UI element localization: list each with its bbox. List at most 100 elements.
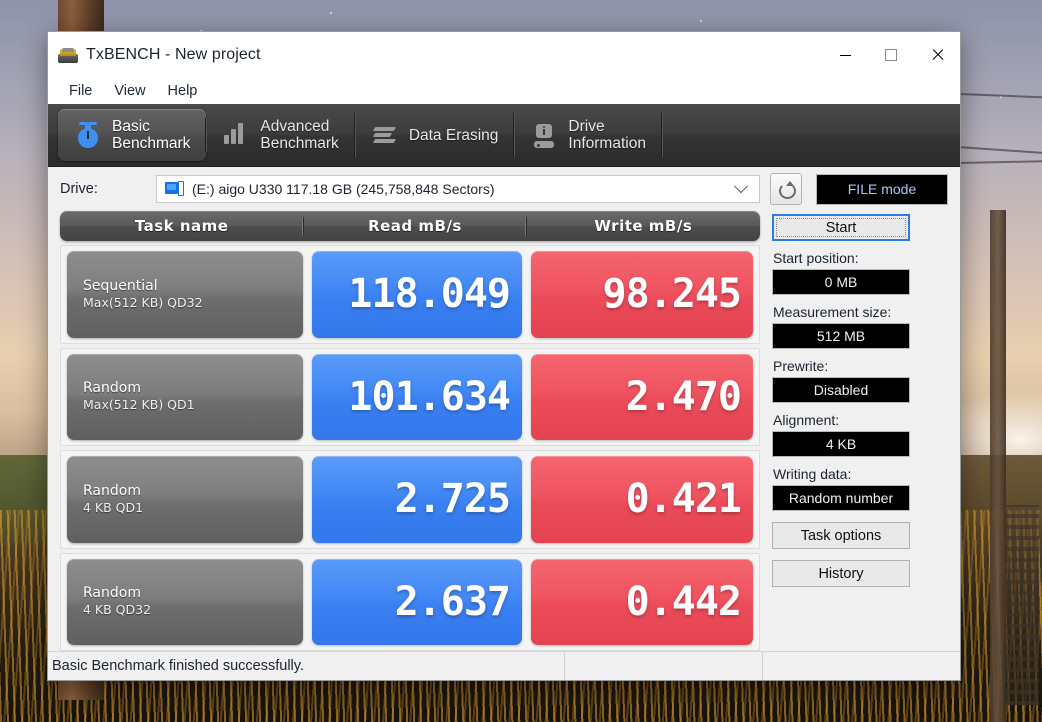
task-name-cell[interactable]: Random 4 KB QD1	[67, 456, 303, 543]
refresh-icon	[778, 181, 796, 199]
tab-label: Data Erasing	[408, 126, 499, 144]
table-row: Sequential Max(512 KB) QD32 118.049 98.2…	[60, 245, 760, 344]
tab-label: Advanced Benchmark	[260, 118, 339, 152]
write-value-cell: 2.470	[531, 353, 753, 440]
drive-row: Drive: (E:) aigo U330 117.18 GB (245,758…	[48, 167, 960, 211]
main-content: Task name Read mB/s Write mB/s Sequentia…	[48, 211, 960, 651]
status-bar: Basic Benchmark finished successfully.	[48, 651, 960, 680]
start-position-label: Start position:	[773, 250, 859, 266]
tab-strip: Basic Benchmark Advanced Benchmark Data …	[48, 104, 960, 167]
measurement-size-label: Measurement size:	[773, 304, 892, 320]
stopwatch-icon	[74, 120, 102, 150]
control-panel: Start Start position: 0 MB Measurement s…	[772, 211, 910, 651]
menu-view[interactable]: View	[103, 81, 156, 101]
writing-data-field[interactable]: Random number	[772, 485, 910, 511]
table-header-row: Task name Read mB/s Write mB/s	[60, 211, 760, 241]
prewrite-value: Disabled	[813, 382, 869, 398]
wallpaper-star	[330, 12, 332, 14]
task-options-label: Task options	[800, 527, 882, 544]
drive-select[interactable]: (E:) aigo U330 117.18 GB (245,758,848 Se…	[156, 175, 760, 203]
bar-chart-icon	[222, 120, 250, 150]
alignment-field[interactable]: 4 KB	[772, 431, 910, 457]
task-name-line2: Max(512 KB) QD32	[83, 294, 203, 310]
read-value-cell: 118.049	[312, 251, 522, 338]
start-button-label: Start	[825, 219, 857, 236]
task-name-line2: 4 KB QD1	[83, 499, 144, 515]
chevron-down-icon[interactable]	[723, 176, 759, 202]
task-name-cell[interactable]: Random Max(512 KB) QD1	[67, 353, 303, 440]
table-row: Random 4 KB QD1 2.725 0.421	[60, 450, 760, 549]
results-table: Task name Read mB/s Write mB/s Sequentia…	[60, 211, 760, 651]
wallpaper-star	[700, 20, 702, 22]
prewrite-label: Prewrite:	[773, 358, 829, 374]
task-name-cell[interactable]: Sequential Max(512 KB) QD32	[67, 251, 303, 338]
alignment-value: 4 KB	[825, 436, 857, 452]
maximize-icon	[885, 49, 897, 61]
alignment-label: Alignment:	[773, 412, 840, 428]
wallpaper-pole-right	[990, 210, 1006, 722]
task-options-button[interactable]: Task options	[772, 522, 910, 549]
drive-select-icon	[165, 181, 185, 197]
file-mode-label: FILE mode	[847, 181, 917, 197]
erase-icon	[371, 120, 399, 150]
status-message: Basic Benchmark finished successfully.	[52, 658, 304, 674]
file-mode-button[interactable]: FILE mode	[816, 173, 948, 205]
tab-drive-information[interactable]: Drive Information	[514, 104, 662, 166]
write-value: 2.470	[625, 373, 742, 420]
menu-file[interactable]: File	[58, 81, 103, 101]
read-value-cell: 101.634	[312, 353, 522, 440]
refresh-button[interactable]	[770, 173, 802, 205]
task-name-line1: Random	[83, 380, 141, 397]
read-value: 2.637	[394, 578, 511, 625]
maximize-button[interactable]	[868, 32, 914, 78]
header-read: Read mB/s	[303, 217, 525, 235]
read-value-cell: 2.637	[312, 558, 522, 645]
read-value-cell: 2.725	[312, 456, 522, 543]
tab-label: Drive Information	[568, 118, 646, 152]
window-title: TxBENCH - New project	[86, 46, 261, 63]
read-value: 101.634	[348, 373, 511, 420]
window-body: Drive: (E:) aigo U330 117.18 GB (245,758…	[48, 167, 960, 680]
txbench-window: TxBENCH - New project File View Help Bas…	[48, 32, 960, 680]
drive-icon	[58, 46, 78, 64]
writing-data-value: Random number	[788, 490, 894, 506]
minimize-button[interactable]	[822, 32, 868, 78]
tab-basic-benchmark[interactable]: Basic Benchmark	[58, 109, 207, 161]
close-icon	[931, 49, 943, 61]
write-value: 0.442	[625, 578, 742, 625]
task-name-cell[interactable]: Random 4 KB QD32	[67, 558, 303, 645]
measurement-size-field[interactable]: 512 MB	[772, 323, 910, 349]
writing-data-label: Writing data:	[773, 466, 852, 482]
table-row: Random Max(512 KB) QD1 101.634 2.470	[60, 347, 760, 446]
prewrite-field[interactable]: Disabled	[772, 377, 910, 403]
task-name-line2: 4 KB QD32	[83, 602, 152, 618]
write-value: 0.421	[625, 476, 742, 523]
drive-selected-value: (E:) aigo U330 117.18 GB (245,758,848 Se…	[192, 181, 495, 197]
write-value: 98.245	[602, 271, 742, 318]
close-button[interactable]	[914, 32, 960, 78]
title-bar: TxBENCH - New project	[48, 32, 960, 78]
status-segment	[564, 652, 762, 680]
header-task-name: Task name	[134, 217, 229, 235]
write-value-cell: 0.421	[531, 456, 753, 543]
read-value: 2.725	[394, 476, 511, 523]
history-label: History	[818, 565, 864, 582]
tab-data-erasing[interactable]: Data Erasing	[355, 104, 515, 166]
table-row: Random 4 KB QD32 2.637 0.442	[60, 552, 760, 651]
tab-advanced-benchmark[interactable]: Advanced Benchmark	[206, 104, 355, 166]
header-write: Write mB/s	[525, 217, 760, 235]
start-position-field[interactable]: 0 MB	[772, 269, 910, 295]
menu-bar: File View Help	[48, 78, 960, 104]
start-position-value: 0 MB	[824, 274, 858, 290]
write-value-cell: 0.442	[531, 558, 753, 645]
menu-help[interactable]: Help	[157, 81, 209, 101]
status-segment	[762, 652, 960, 680]
start-button[interactable]: Start	[772, 214, 910, 241]
task-name-line1: Sequential	[83, 277, 158, 294]
history-button[interactable]: History	[772, 560, 910, 587]
window-controls	[822, 32, 960, 78]
read-value: 118.049	[348, 271, 511, 318]
task-name-line1: Random	[83, 585, 141, 602]
write-value-cell: 98.245	[531, 251, 753, 338]
measurement-size-value: 512 MB	[816, 328, 866, 344]
